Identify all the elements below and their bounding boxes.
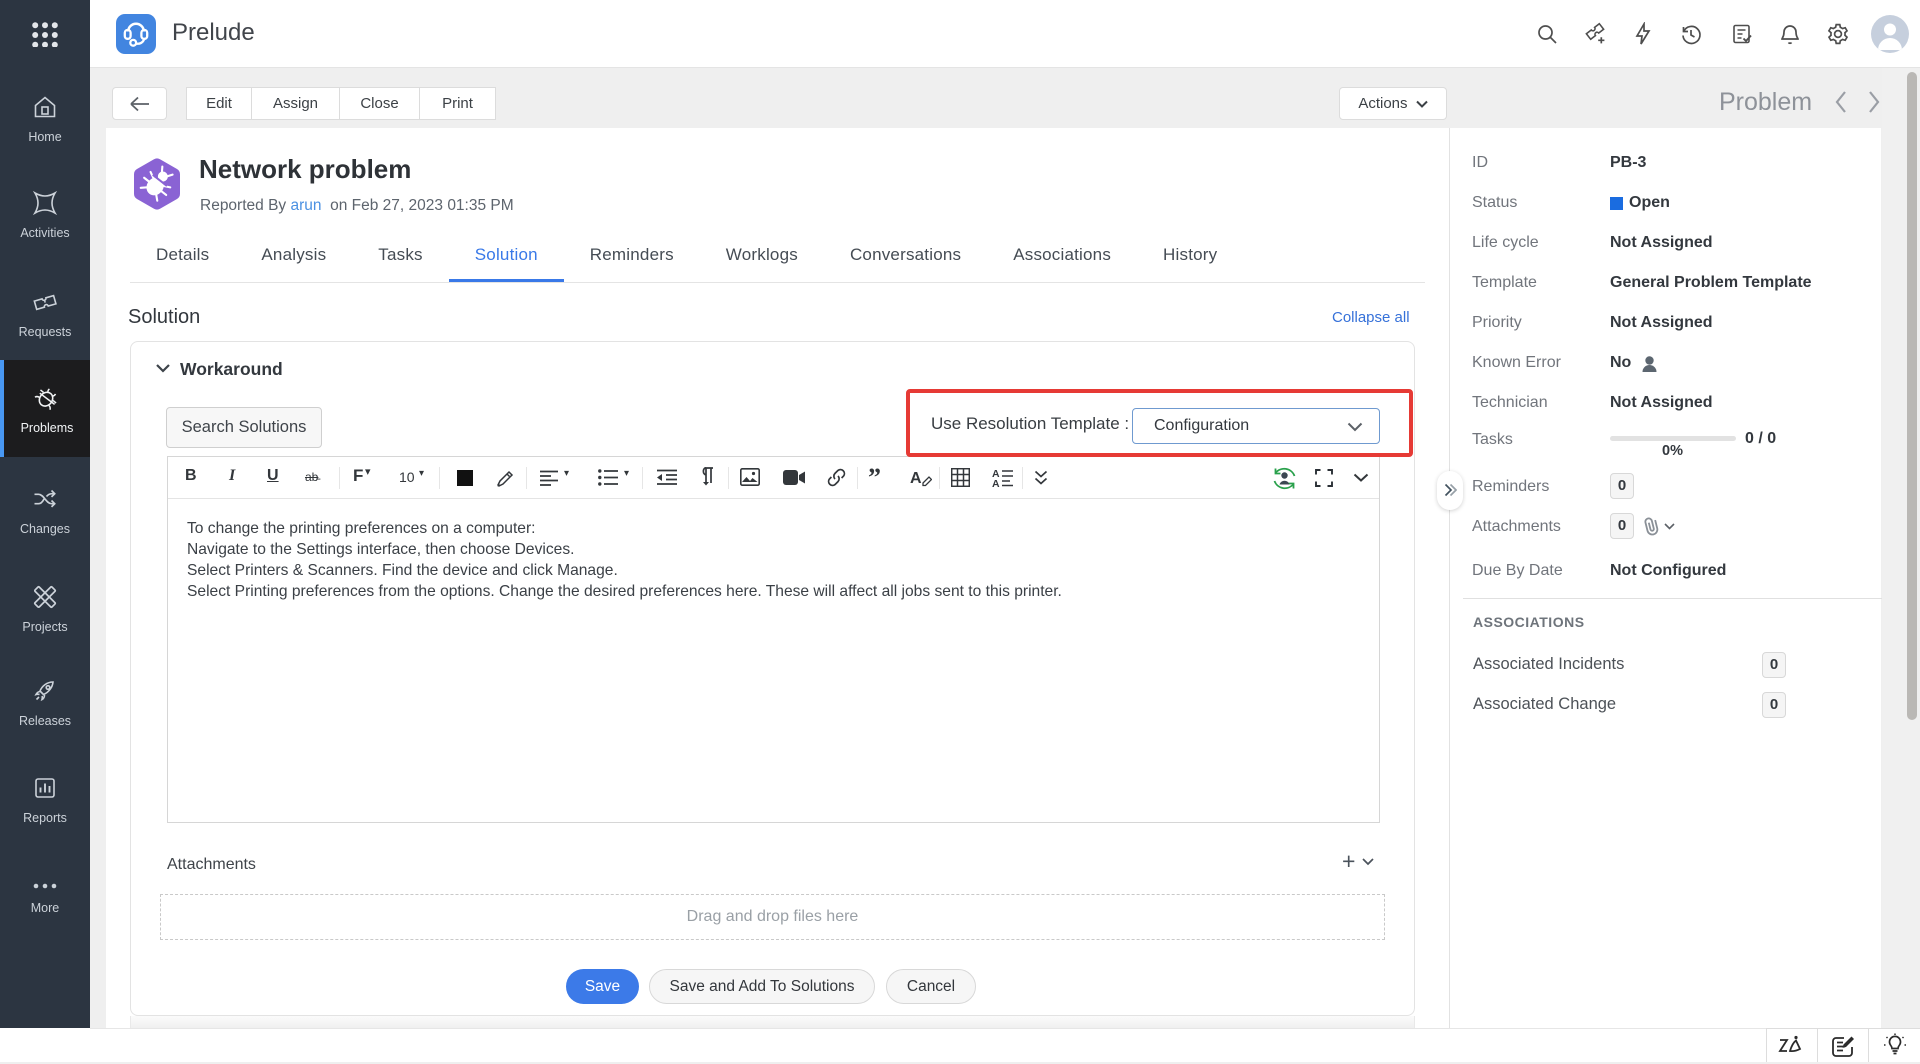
svg-text:A: A	[910, 470, 922, 487]
svg-text:A: A	[992, 478, 1000, 487]
